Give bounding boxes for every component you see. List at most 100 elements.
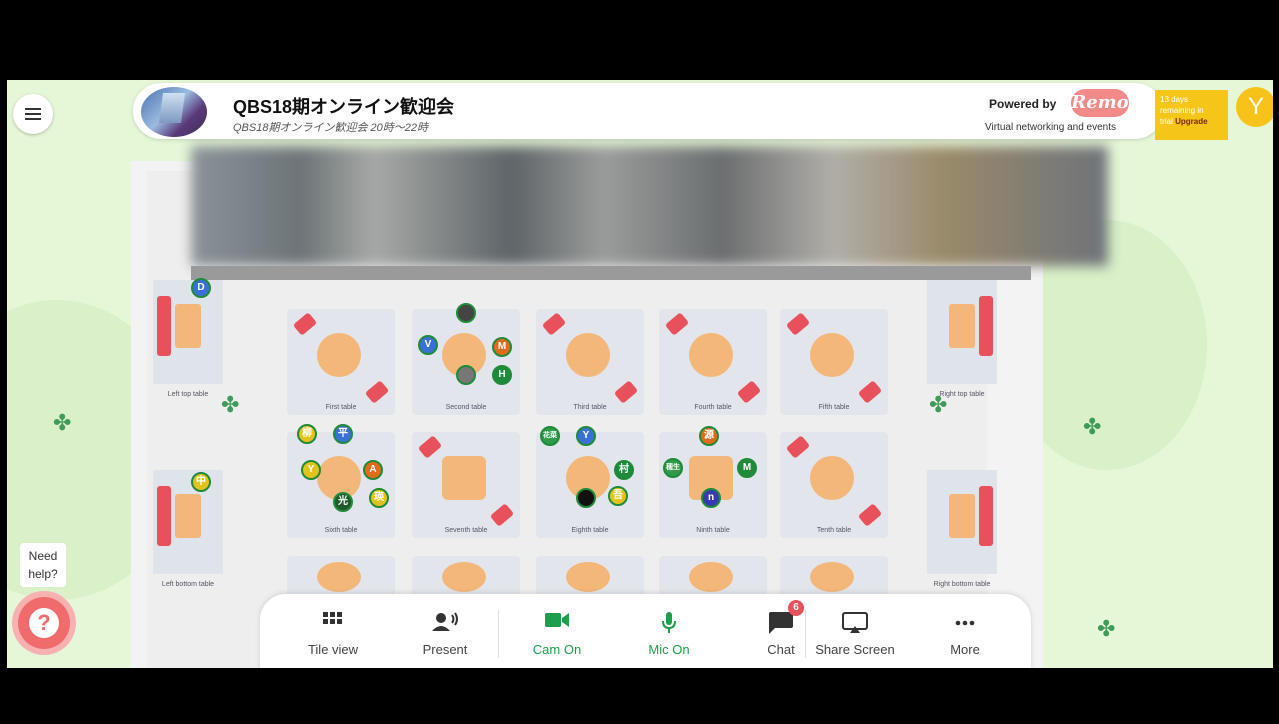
more-button[interactable]: More [910, 594, 1020, 668]
chair [736, 380, 762, 404]
round-table [810, 333, 854, 377]
presenter-icon [432, 612, 458, 631]
share-screen-button[interactable]: Share Screen [800, 594, 910, 668]
table-third[interactable]: Third table [536, 309, 644, 415]
help-text: Need [28, 549, 58, 563]
sofa [979, 486, 993, 546]
present-button[interactable]: Present [390, 594, 500, 668]
participant-avatar[interactable]: 源 [699, 426, 719, 446]
participant-avatar[interactable]: 村 [614, 460, 634, 480]
table-label: Tenth table [816, 527, 852, 534]
round-table [442, 562, 486, 592]
participant-avatar[interactable]: M [737, 458, 757, 478]
participant-photo-avatar[interactable] [456, 303, 476, 323]
chair [541, 312, 567, 336]
left-bottom-table[interactable]: 中 Left bottom table [153, 470, 223, 588]
participant-avatar[interactable]: n [701, 488, 721, 508]
table-second[interactable]: V M H Second table [412, 303, 520, 415]
hamburger-icon [25, 113, 41, 115]
participant-photo-avatar[interactable] [576, 488, 596, 508]
participant-avatar[interactable]: 中 [191, 472, 211, 492]
desk [175, 494, 201, 538]
menu-button[interactable] [13, 94, 53, 134]
bottom-toolbar: Tile view Present Cam On Mic On 6 Chat S… [260, 594, 1031, 668]
table-label: First table [325, 404, 357, 411]
event-subtitle: QBS18期オンライン歓迎会 20時〜22時 [233, 122, 428, 134]
table-row3[interactable] [536, 556, 644, 596]
help-button[interactable]: ? [18, 597, 70, 649]
participant-avatar[interactable]: 光 [333, 492, 353, 512]
participant-avatar[interactable]: M [492, 337, 512, 357]
round-table [566, 562, 610, 592]
table-row3[interactable] [412, 556, 520, 596]
participant-avatar[interactable]: V [418, 335, 438, 355]
table-row3[interactable] [659, 556, 767, 596]
table-sixth[interactable]: 柳 平 Y A 光 瑛 Sixth table [287, 424, 395, 538]
event-floor: D Left top table 中 Left bottom table Rig… [7, 80, 1273, 668]
table-ninth[interactable]: 源 穂生 M n Ninth table [659, 426, 767, 538]
round-table [689, 562, 733, 592]
chair [857, 380, 883, 404]
table-eighth[interactable]: 花菜 Y 村 吾 Eighth table [536, 426, 644, 538]
chat-bubble-icon [769, 612, 793, 634]
tile-view-button[interactable]: Tile view [278, 594, 388, 668]
right-top-table[interactable]: Right top table [927, 280, 997, 398]
table-label: Second table [445, 404, 487, 411]
desk [949, 304, 975, 348]
participant-photo-avatar[interactable] [456, 365, 476, 385]
more-label: More [950, 642, 980, 657]
table-label: Ninth table [696, 527, 730, 534]
upgrade-link[interactable]: Upgrade [1175, 117, 1207, 126]
present-label: Present [422, 642, 468, 657]
event-logo [141, 87, 207, 137]
table-tenth[interactable]: Tenth table [780, 432, 888, 538]
participant-avatar[interactable]: 花菜 [540, 426, 560, 446]
question-icon: ? [29, 608, 59, 638]
participant-avatar[interactable]: 穂生 [663, 458, 683, 478]
table-row3[interactable] [287, 556, 395, 596]
mic-toggle-button[interactable]: Mic On [614, 594, 724, 668]
grid-icon [323, 612, 342, 624]
round-table [689, 333, 733, 377]
participant-avatar[interactable]: D [191, 278, 211, 298]
video-camera-icon [545, 613, 569, 627]
trial-banner[interactable]: 13 days remaining in trial Upgrade [1155, 90, 1228, 140]
table-label: Seventh table [444, 527, 488, 534]
participant-avatar[interactable]: Y [576, 426, 596, 446]
sofa [157, 486, 171, 546]
table-seventh[interactable]: Seventh table [412, 432, 520, 538]
more-dots-icon [955, 620, 975, 626]
participant-avatar[interactable]: 吾 [608, 486, 628, 506]
screen-share-icon [842, 612, 868, 633]
participant-avatar[interactable]: A [363, 460, 383, 480]
remo-logo[interactable]: Remo [1071, 89, 1129, 117]
chair [664, 312, 690, 336]
round-table [810, 456, 854, 500]
table-fourth[interactable]: Fourth table [659, 309, 767, 415]
user-avatar[interactable]: Y [1236, 87, 1273, 127]
table-row3[interactable] [780, 556, 888, 596]
table-fifth[interactable]: Fifth table [780, 309, 888, 415]
table-label: Eighth table [571, 527, 609, 534]
mic-label: Mic On [648, 642, 690, 657]
participant-avatar[interactable]: 平 [333, 424, 353, 444]
right-bottom-table[interactable]: Right bottom table [927, 470, 997, 588]
video-strip-bar [191, 266, 1031, 280]
chair [785, 435, 811, 459]
camera-toggle-button[interactable]: Cam On [502, 594, 612, 668]
rect-table [442, 456, 486, 500]
participant-avatar[interactable]: 瑛 [369, 488, 389, 508]
participant-avatar[interactable]: Y [301, 460, 321, 480]
desk [175, 304, 201, 348]
round-table [810, 562, 854, 592]
event-header: QBS18期オンライン歓迎会 QBS18期オンライン歓迎会 20時〜22時 Po… [133, 83, 1163, 139]
clover-decoration-icon: ✤ [221, 392, 240, 417]
left-top-table[interactable]: D Left top table [153, 278, 223, 398]
remo-tagline: Virtual networking and events [985, 122, 1117, 133]
round-table [317, 333, 361, 377]
participant-avatar[interactable]: 柳 [297, 424, 317, 444]
video-strip-blurred [191, 146, 1108, 266]
participant-avatar[interactable]: H [492, 365, 512, 385]
chair [857, 503, 883, 527]
table-first[interactable]: First table [287, 309, 395, 415]
